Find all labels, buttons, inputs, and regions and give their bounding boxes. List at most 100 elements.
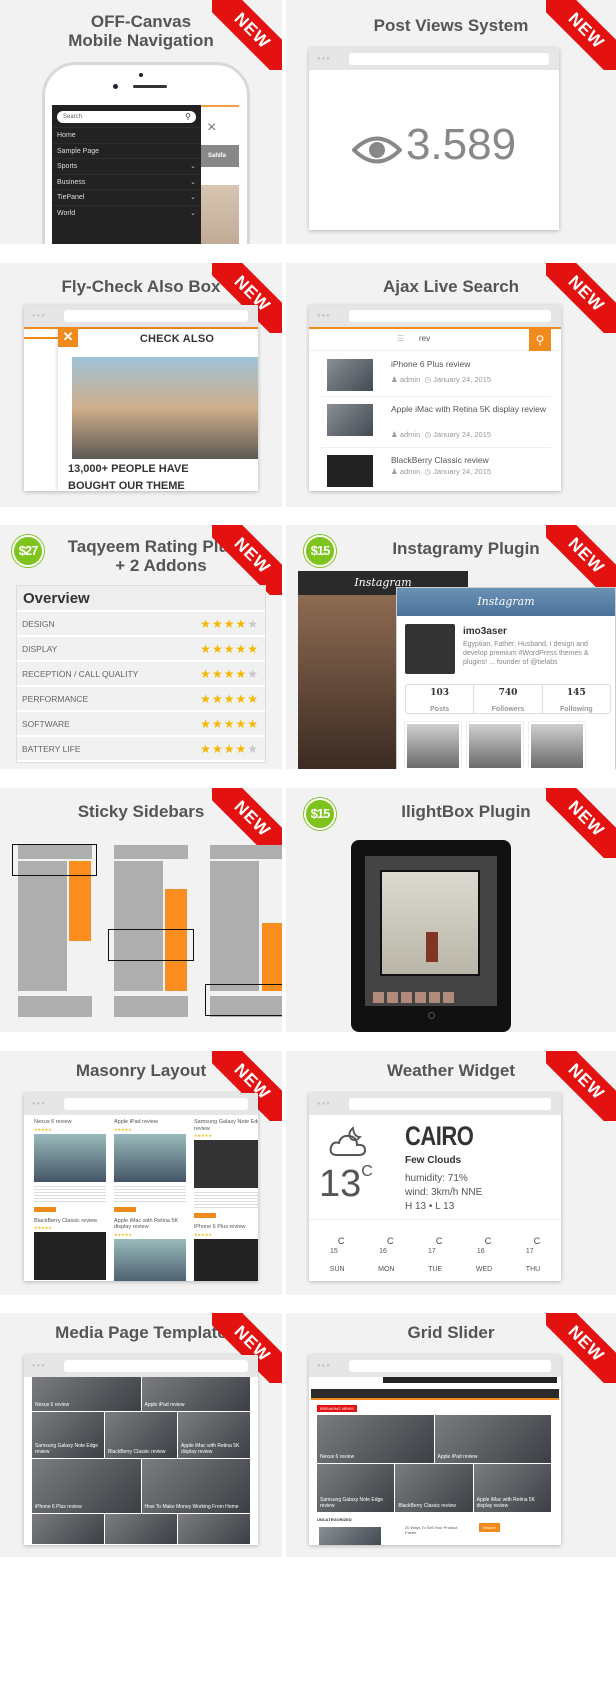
post-title[interactable]: 13,000+ PEOPLE HAVE BOUGHT OUR THEME	[68, 461, 238, 491]
rating-row: SOFTWARE ★★★★★	[17, 712, 265, 737]
chevron-down-icon[interactable]: ⌄	[190, 190, 196, 205]
star-icon: ★	[223, 742, 236, 756]
media-tile[interactable]: Samsung Galaxy Note Edge review	[32, 1412, 104, 1458]
high-low: H 13 • L 13	[405, 1201, 455, 1212]
postviews-card: Post Views System NEW ●●● 3.589	[286, 0, 616, 244]
profile-stats: 103 Posts 740 Followers 145 Following	[405, 684, 611, 714]
star-icon: ★	[200, 692, 212, 706]
search-button[interactable]: ⚲	[529, 329, 551, 351]
rating-row: DISPLAY ★★★★★	[17, 637, 265, 662]
lightbox-image[interactable]	[380, 870, 480, 976]
menu-item[interactable]: TiePanel ⌄	[52, 189, 201, 205]
slide-tile[interactable]: Apple iPad review	[434, 1415, 551, 1463]
instagramy-card: $15 Instagramy Plugin NEW Instagram ♥ 72…	[286, 525, 616, 769]
read-more-button[interactable]	[114, 1206, 136, 1212]
slide-tile[interactable]: BlackBerry Classic review	[395, 1464, 473, 1512]
media-tile[interactable]: Nexus 6 review	[32, 1377, 141, 1411]
page-preview: × Sahifa	[201, 105, 239, 244]
weather-widget: ●●● 13C CAIRO Few Clouds humidity: 71% w…	[309, 1093, 561, 1281]
chevron-down-icon[interactable]: ⌄	[190, 175, 196, 190]
star-icon: ★	[247, 642, 259, 656]
menu-item[interactable]: Sample Page	[52, 142, 201, 159]
clock-icon: ◷	[424, 430, 431, 439]
media-tile[interactable]: Apple iMac with Retina 5K display review	[178, 1412, 250, 1458]
menu-item[interactable]: Business ⌄	[52, 173, 201, 190]
star-icon: ★	[200, 717, 212, 731]
user-icon: ♟	[391, 375, 398, 384]
post-image[interactable]	[72, 357, 258, 459]
post-image[interactable]	[319, 1527, 381, 1545]
masonry-card: Masonry Layout NEW ●●● Nexus 6 review ★★★…	[0, 1051, 282, 1295]
stat-followers: 740 Followers	[474, 685, 543, 713]
humidity: humidity: 71%	[405, 1173, 468, 1184]
wind: wind: 3km/h NNE	[405, 1187, 483, 1198]
thumbnail[interactable]	[529, 722, 585, 769]
rating-row: PERFORMANCE ★★★★★	[17, 687, 265, 712]
masonry-column: Samsung Galaxy Note Edge review ★★★★★ iPh…	[194, 1119, 258, 1281]
review-box: Overview DESIGN ★★★★★ DISPLAY ★★★★★ RECEPTIO…	[16, 585, 266, 763]
star-rating: ★★★★★	[200, 737, 259, 762]
rating-label: DESIGN	[22, 619, 55, 629]
chevron-down-icon[interactable]: ⌄	[190, 206, 196, 221]
avatar[interactable]	[405, 624, 455, 674]
star-icon: ★	[200, 742, 212, 756]
result-item[interactable]: iPhone 6 Plus review ♟ admin ◷ January 2…	[321, 355, 551, 397]
media-tile[interactable]: How To Make Money Working From Home	[141, 1459, 250, 1513]
star-icon: ★	[247, 717, 259, 731]
photo-thumbnails	[405, 722, 585, 769]
star-icon: ★	[235, 617, 248, 631]
read-more-button[interactable]	[34, 1206, 56, 1212]
phone-mockup: Search ⚲ Home Sample Page Sports ⌄ Busines…	[42, 62, 250, 244]
media-tile[interactable]	[32, 1514, 104, 1544]
result-item[interactable]: BlackBerry Classic review ♟ admin ◷ Janu…	[321, 451, 551, 491]
taqyeem-card: $27 Taqyeem Rating Plugin + 2 Addons NEW …	[0, 525, 282, 769]
media-tile[interactable]	[178, 1514, 250, 1544]
user-icon: ♟	[391, 430, 398, 439]
ajax-card: Ajax Live Search NEW ●●● ☰ rev ⚲ iPhone …	[286, 263, 616, 507]
offcanvas-menu: Search ⚲ Home Sample Page Sports ⌄ Busines…	[52, 105, 201, 244]
view-count: 3.589	[309, 120, 559, 170]
media-tile[interactable]: iPhone 6 Plus review	[32, 1459, 141, 1513]
star-icon: ★	[211, 667, 224, 681]
slide-tile[interactable]: Nexus 6 review	[317, 1415, 434, 1463]
search-input[interactable]: rev	[419, 334, 430, 343]
side-post-title[interactable]: 20 Ways To Sell Your Product Faster	[405, 1525, 465, 1535]
rating-row: BATTERY LIFE ★★★★★	[17, 737, 265, 762]
section-heading: UNCATEGORIZED	[317, 1517, 352, 1522]
close-button[interactable]: ✕	[58, 327, 78, 347]
menu-item[interactable]: Home	[52, 127, 201, 143]
read-more-button[interactable]	[194, 1213, 216, 1218]
search-input[interactable]: Search ⚲	[57, 111, 196, 123]
lightbox-thumbnails	[373, 992, 454, 1003]
weather-card: Weather Widget NEW ●●● 13C CAIRO Few Clo…	[286, 1051, 616, 1295]
search-button[interactable]: Search	[479, 1523, 500, 1532]
star-icon: ★	[200, 642, 212, 656]
slide-tile[interactable]: Apple iMac with Retina 5K display review	[473, 1464, 551, 1512]
current-temp: 13C	[319, 1163, 373, 1205]
browser-mockup: ●●● BREAKING NEWS Nexus 6 review Apple i…	[309, 1355, 561, 1545]
result-item[interactable]: Apple iMac with Retina 5K display review…	[321, 400, 551, 448]
close-icon[interactable]: ×	[207, 119, 216, 137]
star-icon: ★	[235, 742, 248, 756]
browser-mockup: ●●● 3.589	[309, 48, 559, 230]
result-thumbnail	[327, 404, 373, 436]
menu-item[interactable]: Sports ⌄	[52, 158, 201, 174]
username[interactable]: imo3aser	[463, 626, 507, 637]
star-icon: ★	[211, 717, 224, 731]
breaking-news-label: BREAKING NEWS	[317, 1405, 357, 1412]
thumbnail[interactable]	[467, 722, 523, 769]
sticky-card: Sticky Sidebars NEW	[0, 788, 282, 1032]
rss-icon[interactable]: ☰	[397, 334, 404, 343]
media-tile[interactable]: BlackBerry Classic review	[105, 1412, 177, 1458]
new-ribbon: NEW	[212, 0, 282, 70]
media-tile[interactable]	[105, 1514, 177, 1544]
slide-tile[interactable]: Samsung Galaxy Note Edge review	[317, 1464, 395, 1512]
browser-mockup: ●●● ☰ rev ⚲ iPhone 6 Plus review ♟ admin…	[309, 305, 561, 491]
media-tile[interactable]: Apple iPad review	[141, 1377, 250, 1411]
forecast: 15C SUN 16C MON 17C TUE 16C WED 17C THU	[309, 1219, 561, 1276]
tablet-mockup	[351, 840, 511, 1032]
menu-item[interactable]: World ⌄	[52, 204, 201, 221]
chevron-down-icon[interactable]: ⌄	[190, 159, 196, 174]
star-icon: ★	[235, 717, 248, 731]
thumbnail[interactable]	[405, 722, 461, 769]
